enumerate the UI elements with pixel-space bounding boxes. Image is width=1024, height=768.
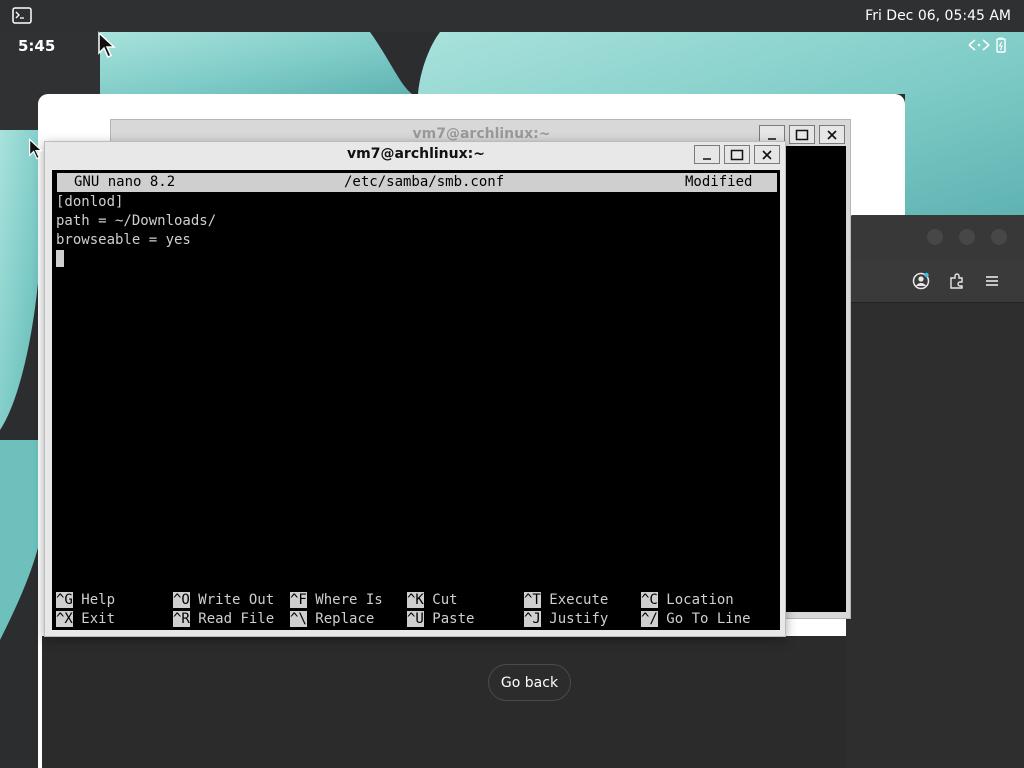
extensions-icon[interactable] [948,272,966,290]
background-browser-window[interactable] [846,215,1024,768]
shortcut-replace[interactable]: ^\ Replace [290,610,374,629]
shortcut-label: Help [81,592,116,608]
shortcut-key: ^C [641,592,658,608]
hamburger-menu-icon[interactable] [984,273,1000,287]
shortcut-justify[interactable]: ^J Justify [524,610,608,629]
background-dialog-footer [42,636,846,768]
editor-line[interactable]: path = ~/Downloads/ [56,212,216,231]
status-icons [966,36,1012,54]
terminal-window[interactable]: vm7@archlinux:~ GNU nano 8.2 /etc/samba/… [44,141,786,637]
minimize-button[interactable] [927,229,943,245]
nano-editor[interactable]: GNU nano 8.2 /etc/samba/smb.conf Modifie… [52,170,780,630]
network-icon [968,39,990,51]
nano-filename: /etc/samba/smb.conf [344,174,505,190]
minimize-button[interactable] [694,145,720,164]
shortcut-label: Justify [549,611,609,627]
shortcut-go-to-line[interactable]: ^/ Go To Line [641,610,751,629]
nano-version: GNU nano 8.2 [74,174,176,190]
browser-toolbar [846,259,1024,303]
maximize-button[interactable] [724,145,750,164]
shortcut-label: Write Out [198,592,275,608]
shortcut-key: ^T [524,592,541,608]
editor-line[interactable]: [donlod] [56,193,123,212]
close-button[interactable] [819,125,845,144]
window-title: vm7@archlinux:~ [412,126,551,142]
text-cursor [56,250,64,267]
battery-icon [996,37,1006,53]
shortcut-label: Cut [432,592,458,608]
shortcut-label: Execute [549,592,609,608]
mouse-pointer-icon [29,138,44,160]
shortcut-key: ^F [290,592,307,608]
close-button[interactable] [991,229,1007,245]
shortcut-key: ^U [407,611,424,627]
maximize-button[interactable] [789,125,815,144]
close-button[interactable] [754,145,780,164]
shortcut-key: ^O [173,592,190,608]
shortcut-paste[interactable]: ^U Paste [407,610,474,629]
shortcut-exit[interactable]: ^X Exit [56,610,115,629]
shortcut-cut[interactable]: ^K Cut [407,591,458,610]
profile-icon[interactable] [912,272,930,290]
shortcut-label: Replace [315,611,375,627]
terminal-icon[interactable] [12,7,32,24]
shortcut-where-is[interactable]: ^F Where Is [290,591,383,610]
shortcut-label: Read File [198,611,275,627]
browser-titlebar[interactable] [846,215,1024,259]
shortcut-key: ^J [524,611,541,627]
shortcut-key: ^\ [290,611,307,627]
shortcut-label: Go To Line [666,611,751,627]
shortcut-location[interactable]: ^C Location [641,591,734,610]
shortcut-write-out[interactable]: ^O Write Out [173,591,274,610]
lockscreen-clock: 5:45 [18,37,56,55]
editor-line[interactable]: browseable = yes [56,231,191,250]
shortcut-execute[interactable]: ^T Execute [524,591,608,610]
shortcut-label: Location [666,592,734,608]
nano-title-bar: GNU nano 8.2 /etc/samba/smb.conf Modifie… [57,173,777,192]
window-title: vm7@archlinux:~ [347,146,485,162]
top-panel: Fri Dec 06, 05:45 AM [0,0,1024,32]
shortcut-key: ^R [173,611,190,627]
shortcut-key: ^G [56,592,73,608]
maximize-button[interactable] [959,229,975,245]
go-back-button[interactable]: Go back [488,664,571,701]
shortcut-key: ^X [56,611,73,627]
shortcut-key: ^/ [641,611,658,627]
date-time[interactable]: Fri Dec 06, 05:45 AM [865,8,1011,24]
shortcut-label: Where Is [315,592,383,608]
shortcut-key: ^K [407,592,424,608]
nano-modified-status: Modified [685,174,753,190]
shortcut-label: Exit [81,611,116,627]
shortcut-label: Paste [432,611,475,627]
mouse-pointer-icon [98,31,116,59]
shortcut-help[interactable]: ^G Help [56,591,115,610]
shortcut-read-file[interactable]: ^R Read File [173,610,274,629]
